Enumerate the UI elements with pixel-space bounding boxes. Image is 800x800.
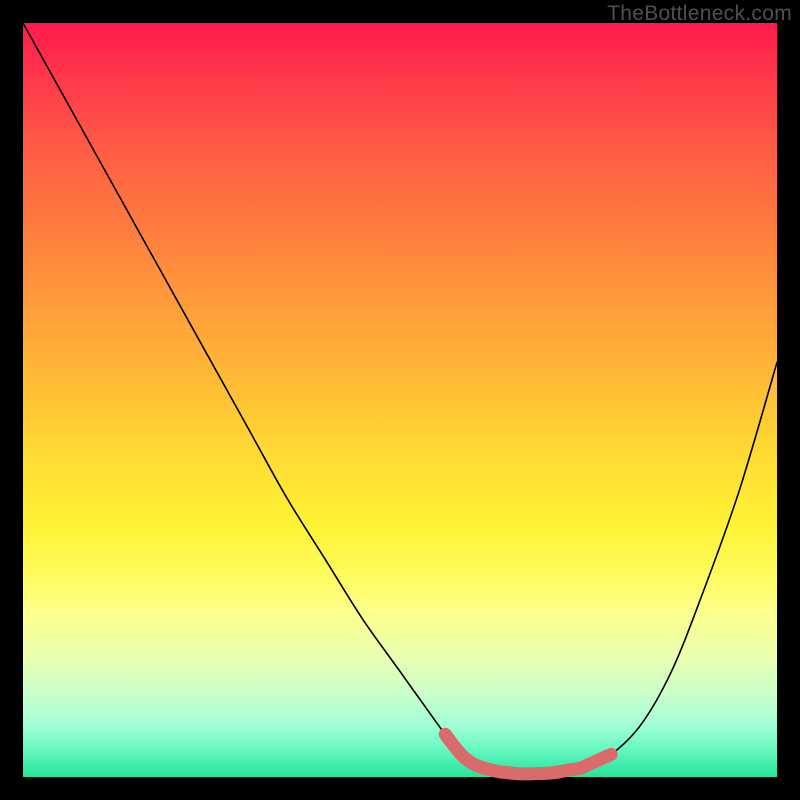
watermark-text: TheBottleneck.com [607, 2, 792, 26]
optimal-range-highlight [445, 734, 611, 774]
bottleneck-plot [23, 23, 777, 777]
chart-frame [23, 23, 777, 777]
bottleneck-curve [23, 23, 777, 774]
